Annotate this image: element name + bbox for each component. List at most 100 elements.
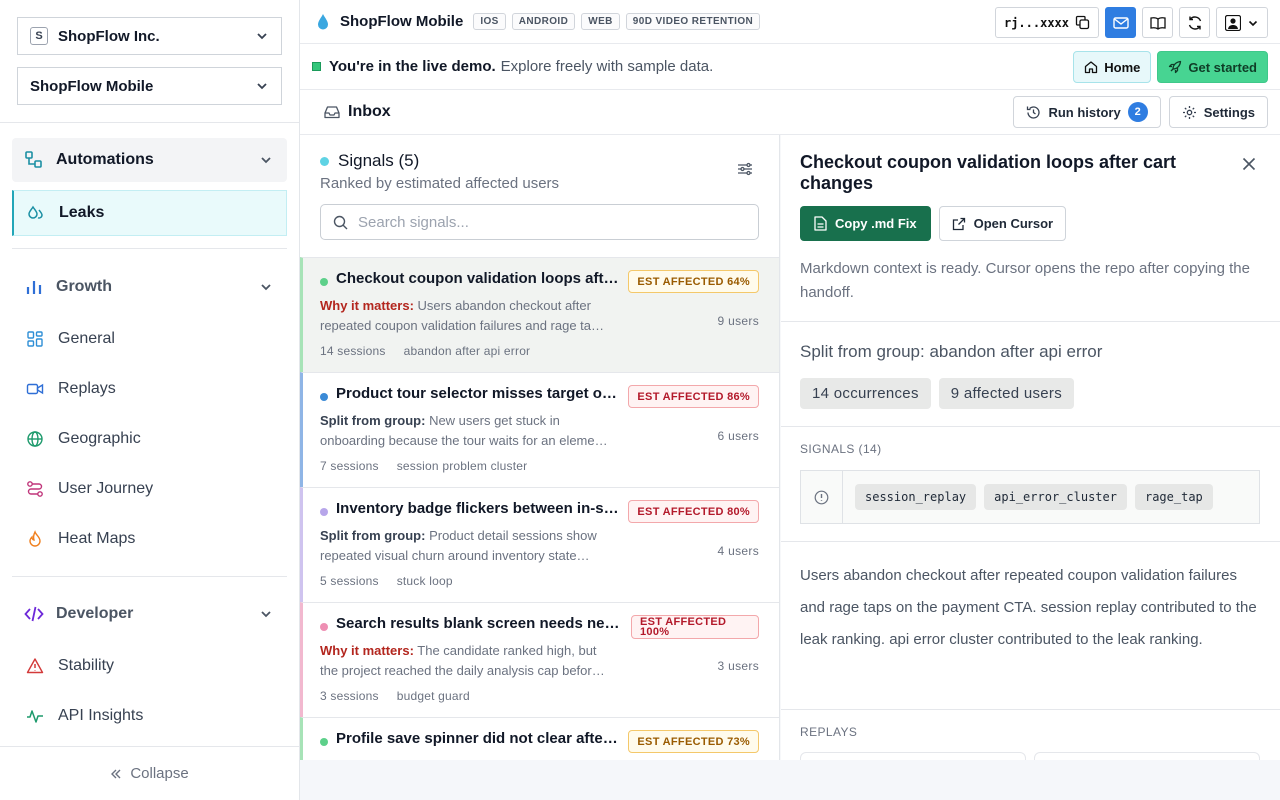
signal-detail-panel: Checkout coupon validation loops after c… bbox=[781, 135, 1280, 760]
desc-lead: Why it matters: bbox=[320, 298, 414, 313]
section-label: Growth bbox=[56, 278, 112, 295]
affected-badge: EST AFFECTED 100% bbox=[631, 615, 759, 639]
banner-actions: Home Get started bbox=[1073, 51, 1268, 83]
info-icon bbox=[814, 490, 829, 505]
signals-header: Signals (5) Ranked by estimated affected… bbox=[320, 151, 559, 192]
session-count: 7 sessions bbox=[320, 459, 379, 473]
platform-tag: WEB bbox=[581, 13, 620, 30]
divider bbox=[12, 248, 287, 249]
refresh-button[interactable] bbox=[1179, 7, 1210, 38]
sidebar-item-label: Geographic bbox=[58, 430, 141, 447]
mail-icon bbox=[1112, 16, 1129, 30]
sidebar-item-user-journey[interactable]: User Journey bbox=[12, 466, 287, 512]
affected-badge: EST AFFECTED 80% bbox=[628, 500, 759, 523]
divider bbox=[781, 426, 1280, 427]
close-icon[interactable] bbox=[1242, 157, 1256, 171]
sidebar-item-leaks[interactable]: Leaks bbox=[12, 190, 287, 236]
droplets-icon bbox=[27, 204, 45, 222]
sidebar-item-replays[interactable]: Replays bbox=[12, 366, 287, 412]
signal-card[interactable]: Profile save spinner did not clear after… bbox=[300, 717, 779, 760]
sidebar-item-api-insights[interactable]: API Insights bbox=[12, 693, 287, 739]
home-label: Home bbox=[1104, 59, 1141, 75]
get-started-button[interactable]: Get started bbox=[1157, 51, 1268, 83]
search-icon bbox=[333, 215, 348, 230]
divider bbox=[781, 709, 1280, 710]
route-icon bbox=[26, 480, 44, 498]
open-cursor-label: Open Cursor bbox=[973, 216, 1054, 231]
signals-dot bbox=[320, 156, 329, 166]
affected-users: 3 users bbox=[717, 659, 759, 673]
code-icon bbox=[24, 604, 44, 624]
affected-users-chip: 9 affected users bbox=[938, 378, 1075, 409]
settings-button[interactable]: Settings bbox=[1168, 96, 1268, 128]
signal-card[interactable]: Checkout coupon validation loops after c… bbox=[300, 257, 779, 372]
top-bar: ShopFlow Mobile IOS ANDROID WEB 90D VIDE… bbox=[300, 0, 1280, 44]
signal-meta: 5 sessions stuck loop bbox=[320, 574, 453, 588]
api-key: rj...xxxx bbox=[1003, 15, 1069, 30]
copy-icon bbox=[1075, 15, 1090, 30]
home-icon bbox=[1084, 60, 1098, 74]
get-started-label: Get started bbox=[1188, 59, 1257, 75]
signal-title: Search results blank screen needs new re… bbox=[336, 615, 621, 632]
detail-title: Checkout coupon validation loops after c… bbox=[800, 152, 1177, 193]
inbox-header: Inbox Run history 2 Settings bbox=[300, 90, 1280, 135]
signal-card[interactable]: Inventory badge flickers between in-stoc… bbox=[300, 487, 779, 602]
signal-description: Why it matters: Users abandon checkout a… bbox=[320, 296, 610, 336]
sidebar-item-label: General bbox=[58, 330, 115, 347]
copy-md-fix-button[interactable]: Copy .md Fix bbox=[800, 206, 931, 241]
section-automations[interactable]: Automations bbox=[12, 138, 287, 182]
signals-subtitle: Ranked by estimated affected users bbox=[320, 175, 560, 192]
collapse-button[interactable]: Collapse bbox=[0, 746, 299, 800]
run-history-count-badge: 2 bbox=[1127, 102, 1148, 122]
sidebar-item-stability[interactable]: Stability bbox=[12, 643, 287, 689]
project-select[interactable]: ShopFlow Mobile bbox=[17, 67, 282, 105]
signal-card[interactable]: Product tour selector misses target on s… bbox=[300, 372, 779, 487]
activity-icon bbox=[26, 707, 44, 725]
droplet-icon bbox=[316, 13, 330, 31]
collapse-label: Collapse bbox=[130, 765, 189, 782]
api-key-copy-button[interactable]: rj...xxxx bbox=[994, 7, 1099, 38]
sliders-icon[interactable] bbox=[737, 161, 753, 177]
affected-users: 4 users bbox=[717, 544, 759, 558]
sidebar-item-general[interactable]: General bbox=[12, 316, 287, 362]
affected-users: 6 users bbox=[717, 429, 759, 443]
docs-button[interactable] bbox=[1142, 7, 1173, 38]
workspace-select[interactable]: S ShopFlow Inc. bbox=[17, 17, 282, 55]
section-growth[interactable]: Growth bbox=[12, 265, 287, 309]
info-icon-cell bbox=[801, 470, 843, 524]
copy-md-fix-label: Copy .md Fix bbox=[835, 216, 917, 231]
open-cursor-button[interactable]: Open Cursor bbox=[938, 206, 1067, 241]
replay-card[interactable] bbox=[800, 752, 1026, 760]
inbox-button[interactable] bbox=[1105, 7, 1136, 38]
affected-badge: EST AFFECTED 64% bbox=[628, 270, 759, 293]
sidebar-item-geographic[interactable]: Geographic bbox=[12, 416, 287, 462]
gear-icon bbox=[1182, 105, 1197, 120]
account-menu-button[interactable] bbox=[1216, 7, 1268, 38]
signal-tag: stuck loop bbox=[396, 574, 453, 588]
banner-title: You're in the live demo. bbox=[329, 58, 496, 75]
app-title: ShopFlow Mobile bbox=[340, 13, 464, 30]
bottom-strip bbox=[300, 760, 1280, 800]
signals-panel: Signals (5) Ranked by estimated affected… bbox=[300, 135, 780, 760]
signal-tokens-box: session_replay api_error_cluster rage_ta… bbox=[800, 470, 1260, 524]
replay-card[interactable] bbox=[1034, 752, 1260, 760]
chevron-down-icon bbox=[255, 79, 269, 93]
divider bbox=[781, 321, 1280, 322]
run-history-button[interactable]: Run history 2 bbox=[1013, 96, 1161, 128]
status-dot bbox=[320, 278, 328, 286]
section-developer[interactable]: Developer bbox=[12, 592, 287, 636]
live-indicator bbox=[312, 62, 321, 71]
file-text-icon bbox=[814, 216, 827, 231]
refresh-icon bbox=[1187, 15, 1203, 31]
home-button[interactable]: Home bbox=[1073, 51, 1152, 83]
signal-title: Inventory badge flickers between in-stoc… bbox=[336, 500, 621, 517]
signal-description: Split from group: Product detail session… bbox=[320, 526, 610, 566]
search-input[interactable]: Search signals... bbox=[320, 204, 759, 240]
signal-card[interactable]: Search results blank screen needs new re… bbox=[300, 602, 779, 717]
signal-title: Product tour selector misses target on s… bbox=[336, 385, 621, 402]
session-count: 5 sessions bbox=[320, 574, 379, 588]
sidebar-item-heat-maps[interactable]: Heat Maps bbox=[12, 516, 287, 562]
sidebar-item-label: API Insights bbox=[58, 707, 144, 724]
history-icon bbox=[1026, 105, 1041, 120]
stat-chips: 14 occurrences 9 affected users bbox=[800, 378, 1075, 409]
